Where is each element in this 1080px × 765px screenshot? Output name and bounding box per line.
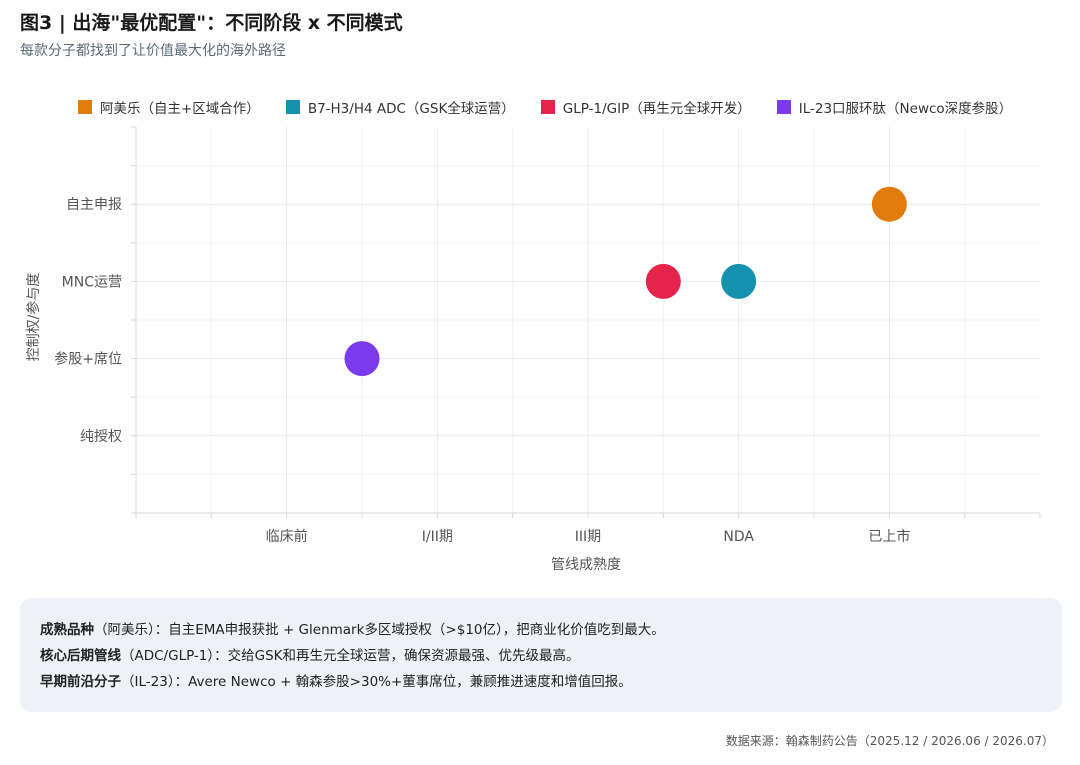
point-glp1: [645, 263, 681, 299]
note-label-late-stage: 核心后期管线: [40, 648, 121, 664]
x-axis-title: 管线成熟度: [551, 557, 621, 573]
note-label-mature: 成熟品种: [40, 622, 94, 638]
note-line-early-stage: 早期前沿分子（IL-23）：Avere Newco + 翰森参股>30%+董事席…: [40, 669, 1042, 695]
y-tick-label: 纯授权: [80, 429, 122, 445]
note-line-mature: 成熟品种（阿美乐）：自主EMA申报获批 + Glenmark多区域授权（>$10…: [40, 617, 1042, 643]
note-text-late-stage: （ADC/GLP-1）：交给GSK和再生元全球运营，确保资源最强、优先级最高。: [121, 648, 580, 664]
x-tick-label: 已上市: [868, 528, 910, 545]
x-tick-label: NDA: [723, 529, 754, 545]
x-tick-label: I/II期: [422, 529, 453, 545]
note-line-late-stage: 核心后期管线（ADC/GLP-1）：交给GSK和再生元全球运营，确保资源最强、优…: [40, 643, 1042, 669]
y-tick-label: MNC运营: [62, 274, 122, 290]
y-axis-title: 控制权/参与度: [25, 273, 42, 362]
x-tick-label: III期: [575, 529, 601, 545]
point-adc: [721, 263, 757, 299]
y-tick-label: 自主申报: [66, 197, 122, 213]
scatter-chart: 临床前 I/II期 III期 NDA 已上市 纯授权 参股+席位 MNC运营 自主申报管线成熟度…: [25, 126, 1041, 573]
x-tick-label: 临床前: [266, 528, 308, 545]
point-amele: [871, 186, 907, 222]
data-source: 数据来源：翰森制药公告（2025.12 / 2026.06 / 2026.07）: [725, 734, 1054, 748]
note-label-early-stage: 早期前沿分子: [40, 674, 121, 690]
note-text-mature: （阿美乐）：自主EMA申报获批 + Glenmark多区域授权（>$10亿），把…: [94, 622, 665, 638]
point-il23: [344, 341, 380, 377]
note-text-early-stage: （IL-23）：Avere Newco + 翰森参股>30%+董事席位，兼顾推进…: [121, 674, 632, 690]
y-tick-label: 参股+席位: [54, 351, 122, 368]
summary-note-box: 成熟品种（阿美乐）：自主EMA申报获批 + Glenmark多区域授权（>$10…: [20, 598, 1062, 712]
